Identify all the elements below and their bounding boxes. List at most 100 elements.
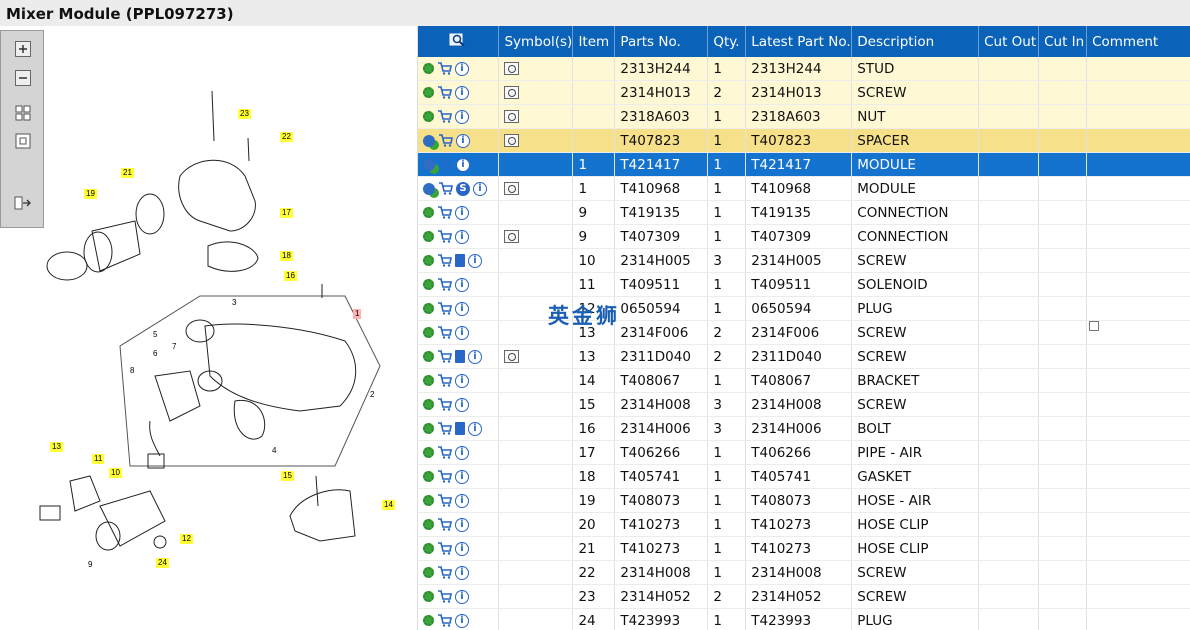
- table-row[interactable]: i 10 2314H005 3 2314H005 SCREW: [418, 248, 1190, 273]
- cart-icon[interactable]: [437, 302, 452, 315]
- cart-icon[interactable]: [437, 590, 452, 603]
- callout-17[interactable]: 17: [280, 208, 293, 218]
- callout-12[interactable]: 12: [180, 534, 193, 544]
- table-row[interactable]: i 23 2314H052 2 2314H052 SCREW: [418, 584, 1190, 609]
- table-row[interactable]: i 20 T410273 1 T410273 HOSE CLIP: [418, 512, 1190, 537]
- gear-icon[interactable]: [423, 591, 434, 602]
- table-row[interactable]: i 24 T423993 1 T423993 PLUG: [418, 608, 1190, 630]
- gear-icon[interactable]: [423, 567, 434, 578]
- callout-14[interactable]: 14: [382, 500, 395, 510]
- table-row[interactable]: i T407823 1 T407823 SPACER: [418, 128, 1190, 153]
- magnifier-icon[interactable]: [504, 110, 520, 123]
- info-icon[interactable]: i: [455, 445, 469, 460]
- info-icon[interactable]: i: [468, 421, 482, 436]
- table-row[interactable]: i 13 2311D040 2 2311D040 SCREW: [418, 344, 1190, 369]
- fit-icon[interactable]: [13, 131, 33, 151]
- magnifier-icon[interactable]: [504, 350, 520, 363]
- info-icon[interactable]: i: [456, 133, 470, 148]
- info-icon[interactable]: i: [455, 541, 469, 556]
- gear-icon[interactable]: [423, 279, 434, 290]
- table-row[interactable]: i 1 T421417 1 T421417 MODULE: [418, 152, 1190, 177]
- callout-22[interactable]: 22: [280, 132, 293, 142]
- callout-2[interactable]: 2: [370, 390, 374, 399]
- header-search[interactable]: [418, 26, 500, 57]
- cart-icon[interactable]: [437, 542, 452, 555]
- gear-icon[interactable]: [423, 543, 434, 554]
- callout-18[interactable]: 18: [280, 251, 293, 261]
- gear-icon[interactable]: [423, 207, 434, 218]
- info-icon[interactable]: i: [455, 325, 469, 340]
- assembly-gear-icon[interactable]: [423, 158, 435, 171]
- cart-icon[interactable]: [437, 398, 452, 411]
- table-row[interactable]: i 9 T419135 1 T419135 CONNECTION: [418, 200, 1190, 225]
- table-row[interactable]: i 13 2314F006 2 2314F006 SCREW: [418, 320, 1190, 345]
- table-row[interactable]: Si 1 T410968 1 T410968 MODULE: [418, 176, 1190, 201]
- info-icon[interactable]: i: [455, 61, 469, 76]
- header-symbols[interactable]: Symbol(s): [498, 26, 574, 57]
- gear-icon[interactable]: [423, 111, 434, 122]
- info-icon[interactable]: i: [455, 277, 469, 292]
- gear-icon[interactable]: [423, 375, 434, 386]
- header-item[interactable]: Item: [572, 26, 616, 57]
- table-row[interactable]: i 16 2314H006 3 2314H006 BOLT: [418, 416, 1190, 441]
- callout-7[interactable]: 7: [172, 342, 176, 351]
- magnifier-icon[interactable]: [504, 230, 520, 243]
- cart-icon[interactable]: [437, 254, 452, 267]
- cart-icon[interactable]: [437, 422, 452, 435]
- cart-icon[interactable]: [437, 206, 452, 219]
- info-icon[interactable]: i: [468, 349, 482, 364]
- cart-icon[interactable]: [437, 446, 452, 459]
- cart-icon[interactable]: [437, 470, 452, 483]
- cart-icon[interactable]: [438, 158, 453, 171]
- table-row[interactable]: i 12 0650594 1 0650594 PLUG: [418, 296, 1190, 321]
- callout-15[interactable]: 15: [281, 471, 294, 481]
- cart-icon[interactable]: [437, 86, 452, 99]
- gear-icon[interactable]: [423, 399, 434, 410]
- table-row[interactable]: i 22 2314H008 1 2314H008 SCREW: [418, 560, 1190, 585]
- magnifier-icon[interactable]: [504, 182, 520, 195]
- cart-icon[interactable]: [437, 614, 452, 627]
- callout-21[interactable]: 21: [121, 168, 134, 178]
- callout-11[interactable]: 11: [92, 454, 105, 464]
- callout-19[interactable]: 19: [84, 189, 97, 199]
- assembly-gear-icon[interactable]: [423, 134, 435, 147]
- table-row[interactable]: i 14 T408067 1 T408067 BRACKET: [418, 368, 1190, 393]
- callout-8[interactable]: 8: [130, 366, 134, 375]
- gear-icon[interactable]: [423, 87, 434, 98]
- callout-1[interactable]: 1: [353, 309, 362, 319]
- callout-23[interactable]: 23: [238, 109, 251, 119]
- book-icon[interactable]: [455, 254, 465, 267]
- gear-icon[interactable]: [423, 471, 434, 482]
- table-row[interactable]: i 11 T409511 1 T409511 SOLENOID: [418, 272, 1190, 297]
- info-icon[interactable]: i: [455, 373, 469, 388]
- magnifier-icon[interactable]: [504, 62, 520, 75]
- parts-diagram[interactable]: 23 22 21 19 17 18 16 13 11 10 15 14 12 2…: [0, 26, 414, 630]
- info-icon[interactable]: i: [455, 229, 469, 244]
- gear-icon[interactable]: [423, 519, 434, 530]
- info-icon[interactable]: i: [456, 157, 470, 172]
- info-icon[interactable]: i: [455, 85, 469, 100]
- table-row[interactable]: i 17 T406266 1 T406266 PIPE - AIR: [418, 440, 1190, 465]
- callout-16[interactable]: 16: [284, 271, 297, 281]
- export-icon[interactable]: [13, 193, 33, 213]
- cart-icon[interactable]: [437, 110, 452, 123]
- book-icon[interactable]: [455, 350, 465, 363]
- gear-icon[interactable]: [423, 303, 434, 314]
- callout-4[interactable]: 4: [272, 446, 276, 455]
- callout-13[interactable]: 13: [50, 442, 63, 452]
- zoom-out-icon[interactable]: [13, 68, 33, 88]
- callout-10[interactable]: 10: [109, 468, 122, 478]
- cart-icon[interactable]: [437, 278, 452, 291]
- cart-icon[interactable]: [437, 62, 452, 75]
- callout-6[interactable]: 6: [153, 349, 157, 358]
- info-icon[interactable]: i: [473, 181, 487, 196]
- table-row[interactable]: i 15 2314H008 3 2314H008 SCREW: [418, 392, 1190, 417]
- table-row[interactable]: i 2313H244 1 2313H244 STUD: [418, 57, 1190, 81]
- cart-icon[interactable]: [437, 566, 452, 579]
- info-icon[interactable]: i: [468, 253, 482, 268]
- gear-icon[interactable]: [423, 447, 434, 458]
- book-icon[interactable]: [455, 422, 465, 435]
- info-icon[interactable]: i: [455, 613, 469, 628]
- header-qty[interactable]: Qty.: [707, 26, 747, 57]
- zoom-in-icon[interactable]: [13, 39, 33, 59]
